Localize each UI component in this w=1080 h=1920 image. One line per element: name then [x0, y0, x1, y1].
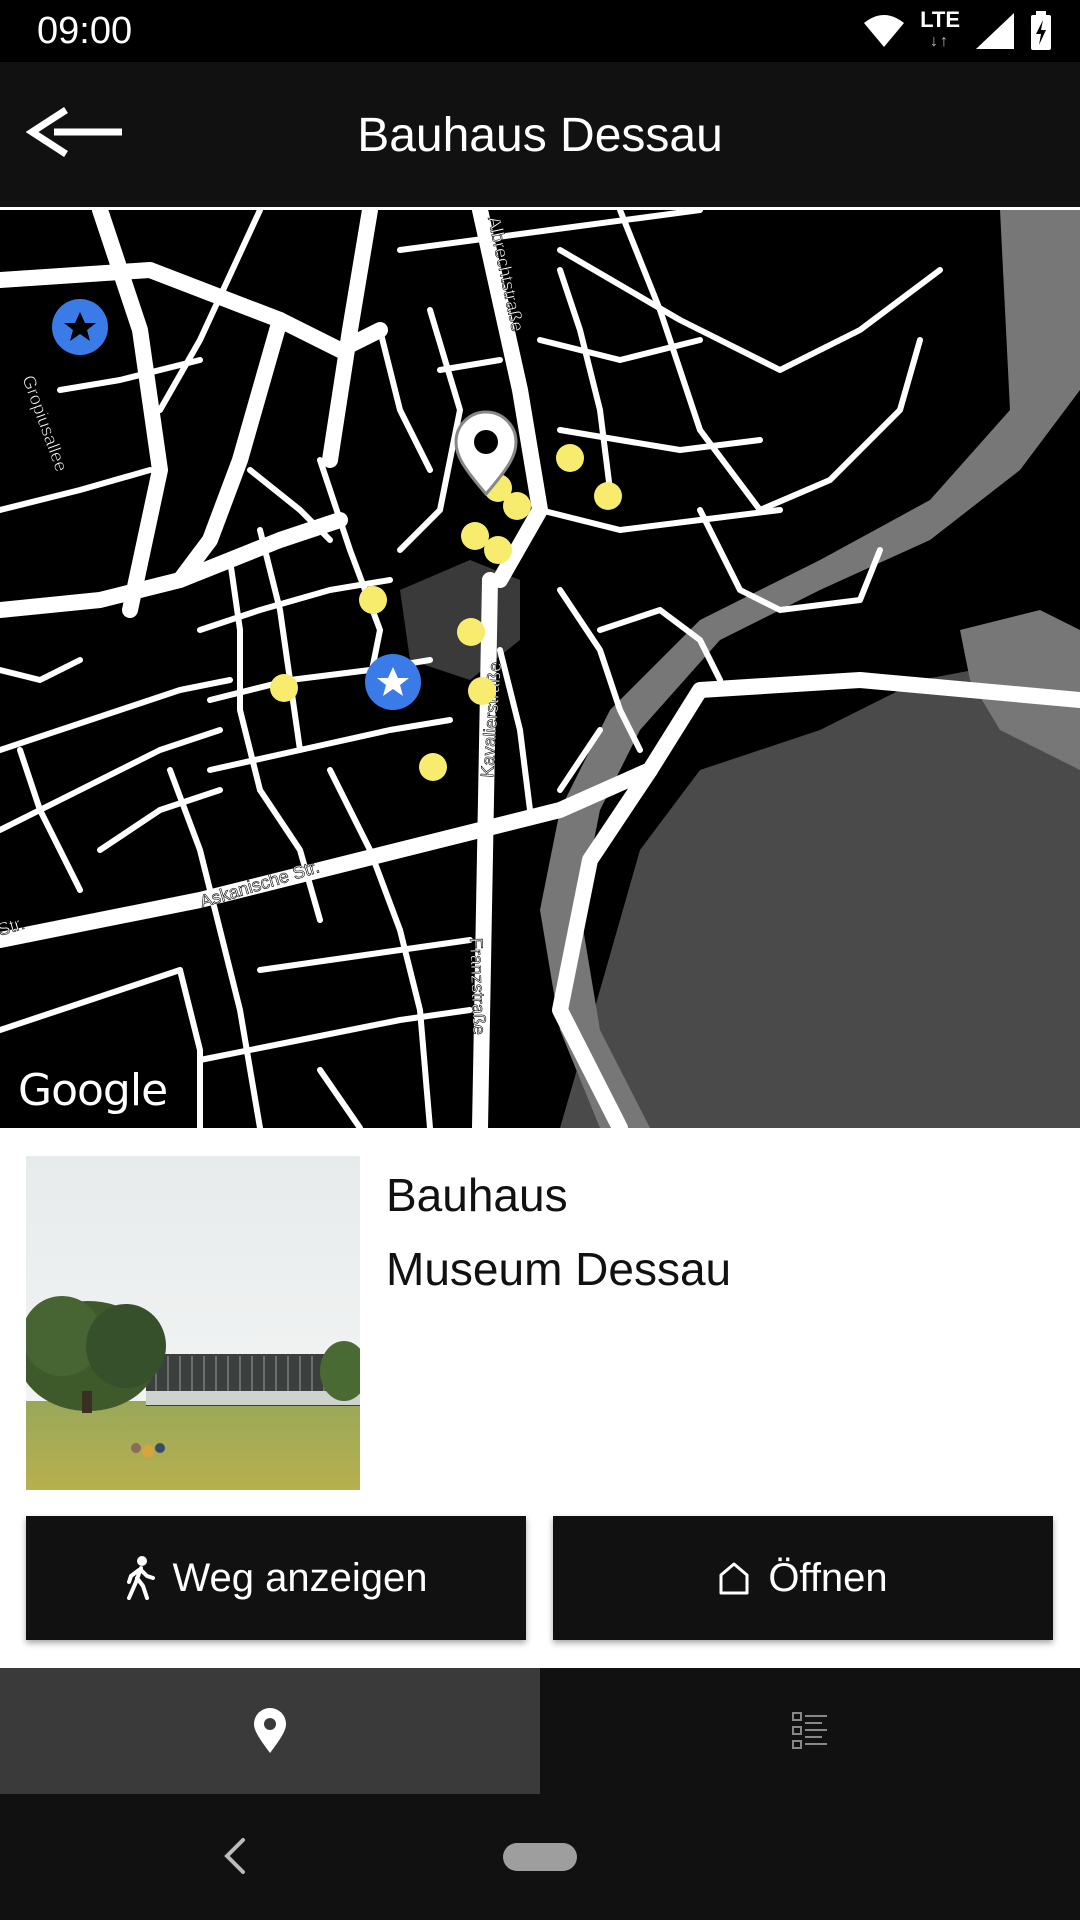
lte-indicator: LTE ↓↑ [920, 9, 960, 53]
map-view[interactable]: Albrechtstraße Gropiusallee Kavalierstra… [0, 210, 1080, 1128]
poi-marker[interactable] [419, 753, 447, 781]
star-marker-gropiusallee[interactable] [52, 299, 108, 355]
home-outline-icon [719, 1562, 749, 1595]
data-arrows-icon: ↓↑ [930, 33, 951, 50]
street-label-franz: Franzstraße [466, 937, 489, 1035]
status-time: 09:00 [37, 10, 133, 52]
poi-marker[interactable] [457, 618, 485, 646]
show-route-label: Weg anzeigen [172, 1555, 428, 1600]
star-marker-askanische[interactable] [365, 654, 421, 710]
poi-marker[interactable] [556, 444, 584, 472]
place-detail-card: Bauhaus Museum Dessau Weg anzeigen Öffne… [0, 1128, 1080, 1668]
show-route-button[interactable]: Weg anzeigen [26, 1516, 526, 1640]
status-bar: 09:00 LTE ↓↑ [0, 0, 1080, 62]
battery-icon [1031, 11, 1051, 50]
status-icons: LTE ↓↑ [862, 8, 1052, 54]
poi-marker[interactable] [359, 586, 387, 614]
wifi-icon [864, 15, 905, 47]
bottom-navigation [0, 1668, 1080, 1794]
map-canvas[interactable]: Albrechtstraße Gropiusallee Kavalierstra… [0, 210, 1080, 1128]
google-attribution: Google [18, 1065, 168, 1116]
list-icon [792, 1712, 827, 1749]
system-home-button[interactable] [503, 1843, 577, 1871]
tab-list[interactable] [540, 1668, 1080, 1794]
poi-marker[interactable] [484, 536, 512, 564]
signal-icon [976, 13, 1014, 49]
walking-icon [126, 1556, 155, 1600]
poi-marker[interactable] [503, 492, 531, 520]
open-label: Öffnen [768, 1555, 888, 1600]
app-bar: Bauhaus Dessau [0, 62, 1080, 207]
tab-map[interactable] [0, 1668, 540, 1794]
system-back-icon[interactable] [215, 1834, 255, 1878]
network-label: LTE [920, 7, 960, 32]
poi-marker[interactable] [468, 677, 496, 705]
place-title: Bauhaus Museum Dessau [386, 1158, 1046, 1306]
location-pin-icon [254, 1708, 286, 1753]
poi-marker[interactable] [270, 674, 298, 702]
poi-marker[interactable] [594, 482, 622, 510]
system-navigation-bar [0, 1794, 1080, 1920]
open-button[interactable]: Öffnen [553, 1516, 1053, 1640]
place-title-line1: Bauhaus [386, 1169, 568, 1221]
place-photo [26, 1156, 360, 1490]
page-title: Bauhaus Dessau [357, 109, 723, 162]
place-title-line2: Museum Dessau [386, 1243, 732, 1295]
